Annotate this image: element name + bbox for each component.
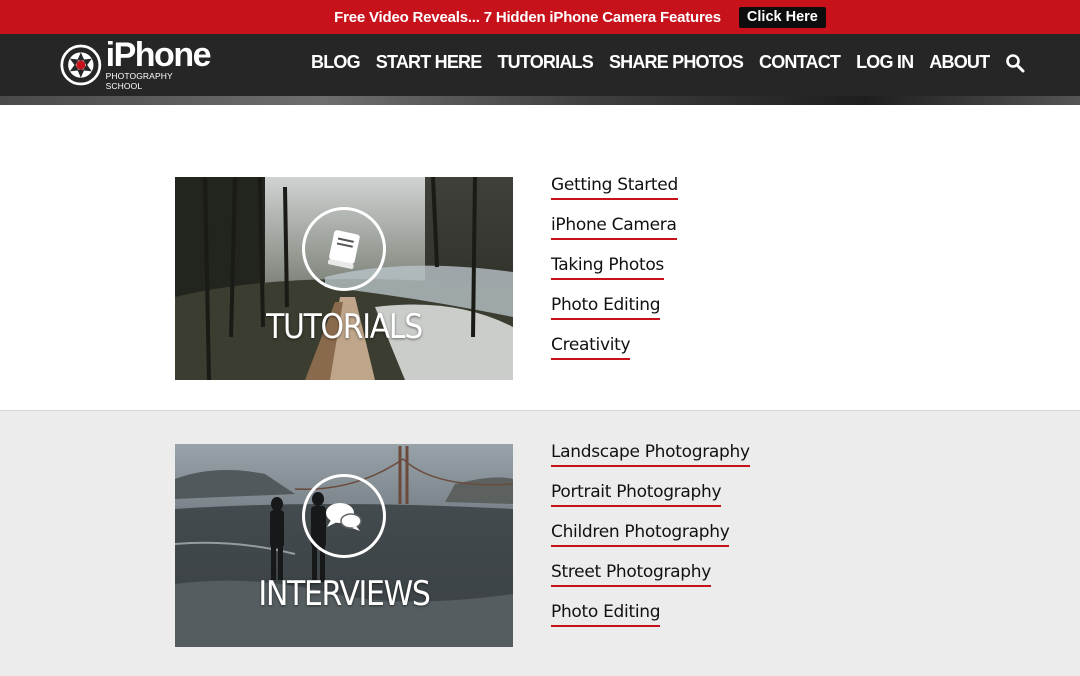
link-creativity[interactable]: Creativity (551, 335, 631, 360)
link-children-photography[interactable]: Children Photography (551, 522, 730, 547)
link-landscape-photography[interactable]: Landscape Photography (551, 442, 750, 467)
nav-contact[interactable]: CONTACT (759, 52, 841, 73)
logo-subtitle: PHOTOGRAPHY SCHOOL (105, 71, 173, 91)
tutorials-section (0, 105, 1080, 410)
interviews-icon-circle (302, 474, 386, 558)
link-portrait-photography[interactable]: Portrait Photography (551, 482, 722, 507)
tutorials-title: TUTORIALS (266, 307, 423, 347)
main-nav: BLOG START HERE TUTORIALS SHARE PHOTOS C… (311, 52, 1025, 73)
logo-title: iPhone (105, 36, 212, 74)
nav-blog[interactable]: BLOG (311, 52, 361, 73)
link-photo-editing-2[interactable]: Photo Editing (551, 602, 661, 627)
chat-bubbles-icon (326, 503, 362, 531)
interviews-title: INTERVIEWS (258, 574, 430, 614)
nav-tutorials[interactable]: TUTORIALS (497, 52, 593, 73)
interviews-links: Landscape Photography Portrait Photograp… (551, 442, 750, 642)
promo-bar: Free Video Reveals... 7 Hidden iPhone Ca… (0, 0, 1080, 34)
search-icon[interactable] (1005, 53, 1025, 73)
interviews-section (0, 410, 1080, 676)
tutorials-card[interactable]: TUTORIALS (175, 177, 513, 380)
nav-log-in[interactable]: LOG IN (856, 52, 914, 73)
camera-aperture-logo-icon (60, 44, 102, 86)
nav-share-photos[interactable]: SHARE PHOTOS (609, 52, 744, 73)
nav-start-here[interactable]: START HERE (376, 52, 482, 73)
tutorials-icon-circle (302, 207, 386, 291)
promo-text[interactable]: Free Video Reveals... 7 Hidden iPhone Ca… (334, 9, 721, 26)
site-logo[interactable]: iPhone PHOTOGRAPHY SCHOOL (60, 36, 212, 91)
interviews-card[interactable]: INTERVIEWS (175, 444, 513, 647)
link-street-photography[interactable]: Street Photography (551, 562, 711, 587)
link-iphone-camera[interactable]: iPhone Camera (551, 215, 677, 240)
book-icon (327, 230, 360, 269)
tutorials-links: Getting Started iPhone Camera Taking Pho… (551, 175, 678, 375)
link-taking-photos[interactable]: Taking Photos (551, 255, 664, 280)
header-banner-strip (0, 96, 1080, 105)
click-here-button[interactable]: Click Here (738, 6, 826, 28)
link-photo-editing[interactable]: Photo Editing (551, 295, 661, 320)
nav-about[interactable]: ABOUT (929, 52, 990, 73)
link-getting-started[interactable]: Getting Started (551, 175, 678, 200)
